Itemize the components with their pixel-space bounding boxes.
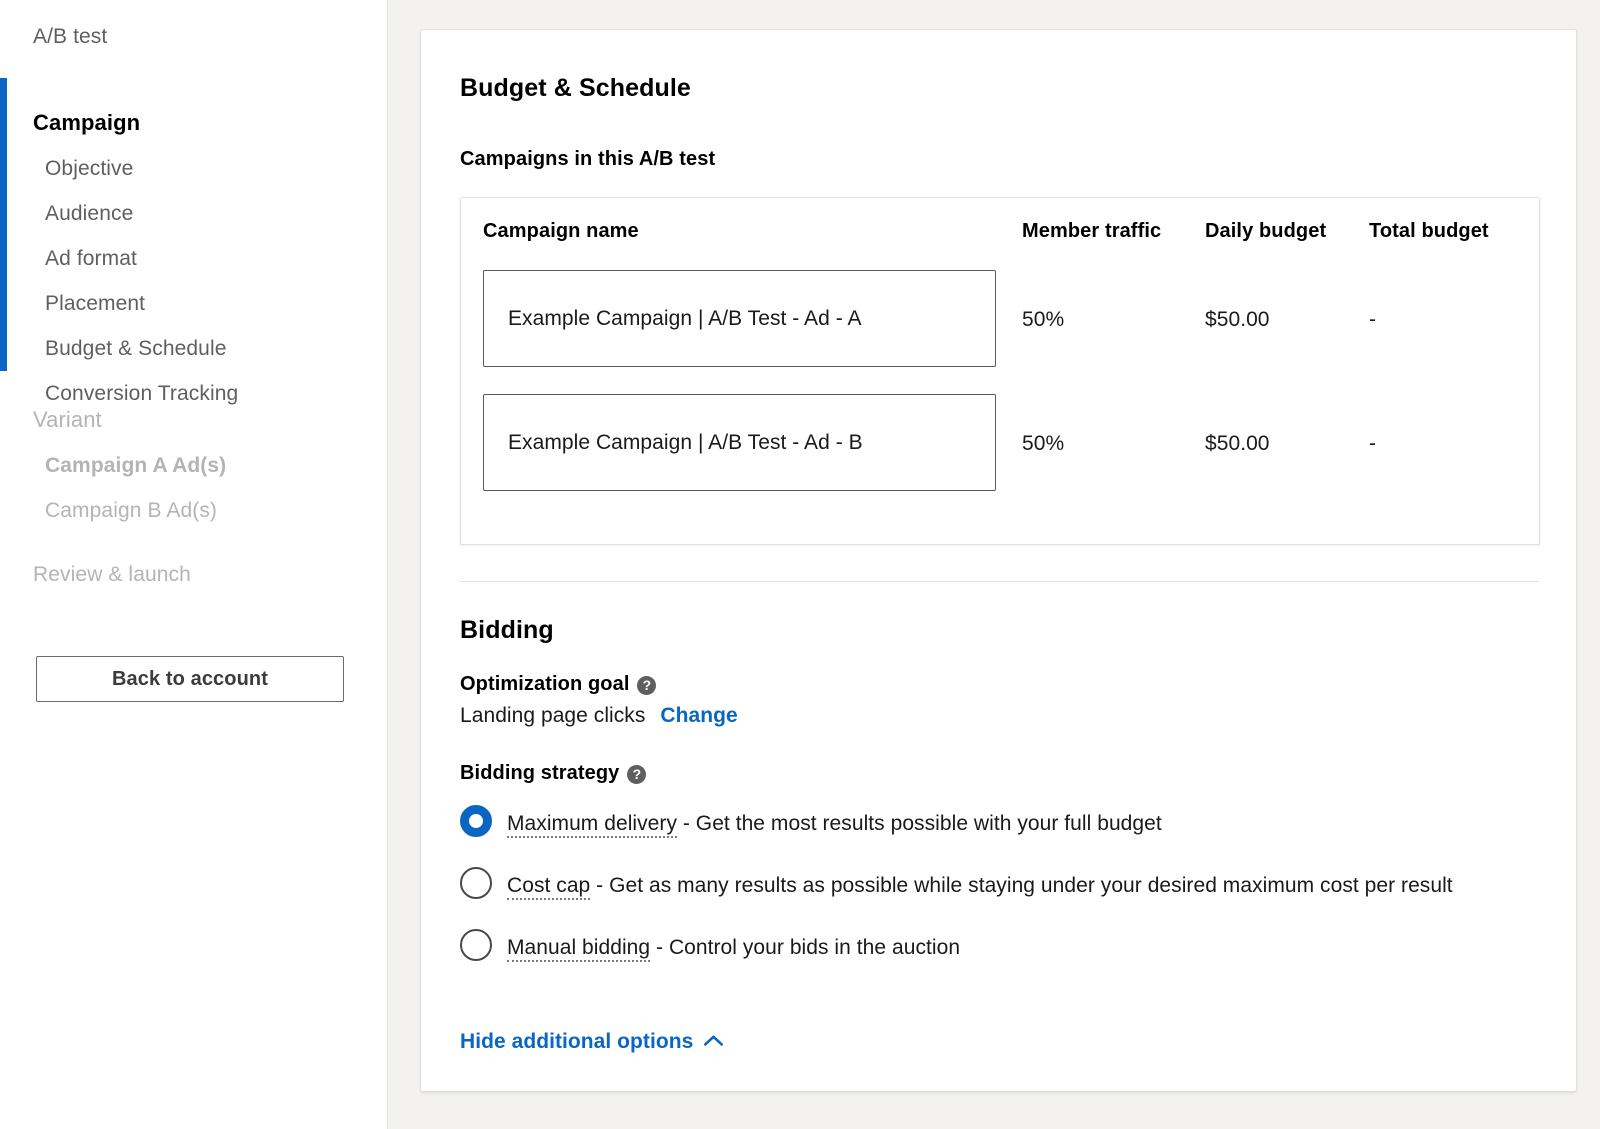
column-header-member-traffic: Member traffic bbox=[1022, 220, 1161, 243]
nav-group-variant: Variant Campaign A Ad(s) Campaign B Ad(s… bbox=[33, 409, 226, 521]
ab-test-label: A/B test bbox=[33, 25, 107, 49]
sidebar-item-review-launch[interactable]: Review & launch bbox=[33, 564, 191, 585]
sidebar-item-campaign-b-ads[interactable]: Campaign B Ad(s) bbox=[33, 500, 226, 521]
strategy-description-maximum-delivery: - Get the most results possible with you… bbox=[677, 812, 1162, 835]
cell-daily-budget-b: $50.00 bbox=[1205, 432, 1270, 456]
sidebar-item-ad-format[interactable]: Ad format bbox=[33, 248, 238, 269]
active-section-accent-bar bbox=[0, 78, 7, 371]
sidebar-item-campaign-a-ads[interactable]: Campaign A Ad(s) bbox=[33, 455, 226, 476]
radio-label-manual-bidding: Manual bidding - Control your bids in th… bbox=[507, 926, 960, 963]
column-header-daily-budget: Daily budget bbox=[1205, 220, 1326, 243]
table-header-row: Campaign name Member traffic Daily budge… bbox=[461, 198, 1539, 264]
optimization-goal-value: Landing page clicks bbox=[460, 704, 645, 728]
radio-label-maximum-delivery: Maximum delivery - Get the most results … bbox=[507, 802, 1162, 839]
radio-button-icon[interactable] bbox=[460, 805, 492, 837]
sidebar-item-conversion-tracking[interactable]: Conversion Tracking bbox=[33, 383, 238, 404]
campaigns-section-title: Campaigns in this A/B test bbox=[460, 148, 715, 171]
cell-total-budget-b: - bbox=[1369, 432, 1376, 456]
chevron-up-icon bbox=[704, 1035, 723, 1046]
radio-option-cost-cap[interactable]: Cost cap - Get as many results as possib… bbox=[460, 864, 1520, 901]
strategy-name-cost-cap[interactable]: Cost cap bbox=[507, 874, 590, 900]
back-to-account-button[interactable]: Back to account bbox=[36, 656, 344, 702]
app-page: A/B test Campaign Objective Audience Ad … bbox=[0, 0, 1600, 1129]
sidebar: A/B test Campaign Objective Audience Ad … bbox=[0, 0, 388, 1129]
sidebar-item-campaign[interactable]: Campaign bbox=[33, 112, 238, 134]
sidebar-item-variant[interactable]: Variant bbox=[33, 409, 226, 431]
optimization-goal-label-text: Optimization goal bbox=[460, 673, 629, 696]
help-icon[interactable]: ? bbox=[637, 676, 656, 695]
nav-group-review: Review & launch bbox=[33, 564, 191, 585]
sidebar-item-placement[interactable]: Placement bbox=[33, 293, 238, 314]
sidebar-item-budget-schedule[interactable]: Budget & Schedule bbox=[33, 338, 238, 359]
radio-button-icon[interactable] bbox=[460, 929, 492, 961]
strategy-description-cost-cap: - Get as many results as possible while … bbox=[590, 874, 1452, 897]
optimization-goal-value-row: Landing page clicks Change bbox=[460, 704, 738, 728]
campaign-name-field-a[interactable]: Example Campaign | A/B Test - Ad - A bbox=[483, 270, 996, 367]
strategy-name-manual-bidding[interactable]: Manual bidding bbox=[507, 936, 650, 962]
bidding-strategy-label: Bidding strategy ? bbox=[460, 762, 646, 785]
change-optimization-goal-link[interactable]: Change bbox=[660, 704, 737, 728]
sidebar-item-objective[interactable]: Objective bbox=[33, 158, 238, 179]
help-icon[interactable]: ? bbox=[627, 765, 646, 784]
nav-group-campaign: Campaign Objective Audience Ad format Pl… bbox=[33, 112, 238, 404]
radio-button-icon[interactable] bbox=[460, 867, 492, 899]
radio-option-manual-bidding[interactable]: Manual bidding - Control your bids in th… bbox=[460, 926, 1520, 963]
bidding-strategy-radio-group: Maximum delivery - Get the most results … bbox=[460, 802, 1520, 962]
hide-additional-options-toggle[interactable]: Hide additional options bbox=[460, 1030, 723, 1054]
cell-member-traffic-a: 50% bbox=[1022, 308, 1064, 332]
bidding-section-title: Bidding bbox=[460, 616, 554, 645]
radio-option-maximum-delivery[interactable]: Maximum delivery - Get the most results … bbox=[460, 802, 1520, 839]
cell-daily-budget-a: $50.00 bbox=[1205, 308, 1270, 332]
strategy-name-maximum-delivery[interactable]: Maximum delivery bbox=[507, 812, 677, 838]
budget-schedule-card: Budget & Schedule Campaigns in this A/B … bbox=[420, 29, 1577, 1092]
bidding-strategy-label-text: Bidding strategy bbox=[460, 762, 619, 785]
sidebar-item-audience[interactable]: Audience bbox=[33, 203, 238, 224]
campaign-name-field-b[interactable]: Example Campaign | A/B Test - Ad - B bbox=[483, 394, 996, 491]
section-divider bbox=[460, 581, 1539, 582]
cell-member-traffic-b: 50% bbox=[1022, 432, 1064, 456]
radio-label-cost-cap: Cost cap - Get as many results as possib… bbox=[507, 864, 1453, 901]
content-area: Budget & Schedule Campaigns in this A/B … bbox=[388, 0, 1600, 1129]
campaigns-table: Campaign name Member traffic Daily budge… bbox=[460, 197, 1540, 545]
hide-additional-options-label: Hide additional options bbox=[460, 1030, 693, 1054]
column-header-campaign-name: Campaign name bbox=[483, 220, 639, 243]
optimization-goal-label: Optimization goal ? bbox=[460, 673, 656, 696]
column-header-total-budget: Total budget bbox=[1369, 220, 1489, 243]
page-title: Budget & Schedule bbox=[460, 74, 691, 103]
strategy-description-manual-bidding: - Control your bids in the auction bbox=[650, 936, 960, 959]
cell-total-budget-a: - bbox=[1369, 308, 1376, 332]
